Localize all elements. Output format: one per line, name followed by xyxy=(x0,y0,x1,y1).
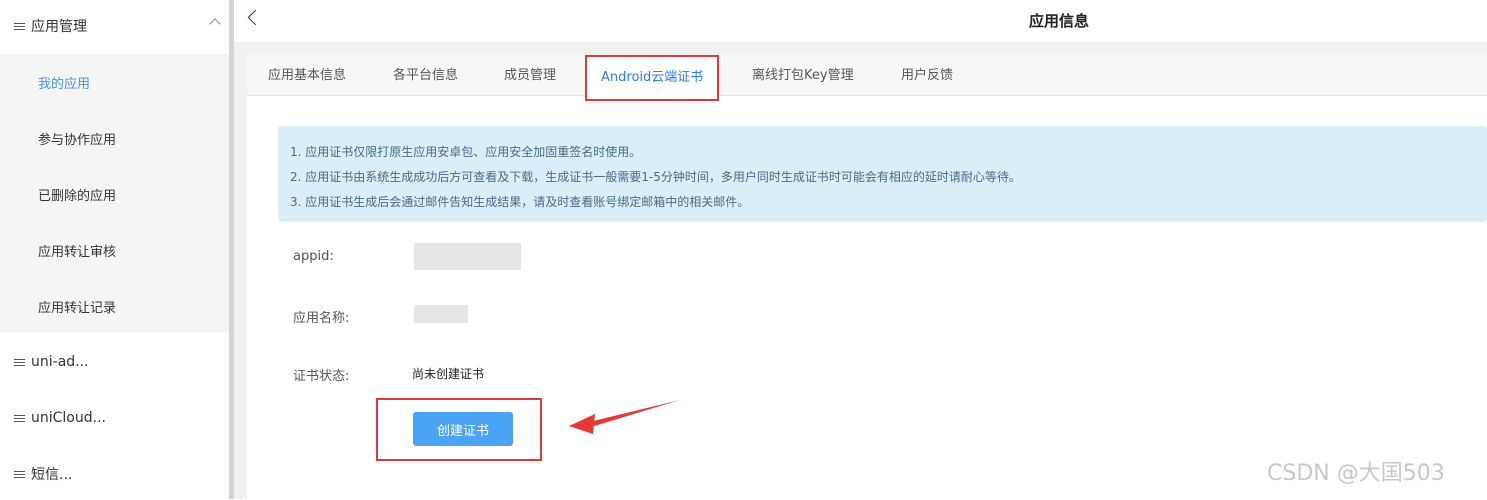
sidebar-group-app-management[interactable]: 应用管理 xyxy=(0,0,229,52)
sidebar-item-deleted-apps[interactable]: 已删除的应用 xyxy=(0,166,229,222)
app-name-value-redacted xyxy=(414,305,468,323)
submenu: 我的应用 参与协作应用 已删除的应用 应用转让审核 应用转让记录 xyxy=(0,54,229,333)
appid-value-redacted xyxy=(414,243,521,270)
sidebar-item-transfer-review[interactable]: 应用转让审核 xyxy=(0,222,229,278)
topbar: 应用信息 xyxy=(234,0,1487,42)
tab-android-cert[interactable]: Android云端证书 xyxy=(585,55,720,101)
sidebar: 应用管理 我的应用 参与协作应用 已删除的应用 应用转让审核 应用转让记录 un… xyxy=(0,0,229,499)
list-icon xyxy=(14,414,25,422)
watermark: CSDN @大国503 xyxy=(1267,461,1445,486)
cert-status-value: 尚未创建证书 xyxy=(412,367,485,381)
app-name-label: 应用名称: xyxy=(293,311,350,326)
list-icon xyxy=(14,470,25,478)
page-title: 应用信息 xyxy=(1029,12,1090,30)
content-panel: 应用基本信息 各平台信息 成员管理 Android云端证书 离线打包Key管理 … xyxy=(247,55,1487,499)
appid-label: appid: xyxy=(293,249,334,264)
sidebar-group-label: uniCloud... xyxy=(31,410,106,426)
list-icon xyxy=(14,22,25,30)
sidebar-item-collab-apps[interactable]: 参与协作应用 xyxy=(0,110,229,166)
cert-status-label: 证书状态: xyxy=(293,369,350,384)
create-cert-button[interactable]: 创建证书 xyxy=(413,412,513,446)
notice-line: 1. 应用证书仅限打原生应用安卓包、应用安全加固重签名时使用。 xyxy=(290,145,642,159)
sidebar-item-transfer-records[interactable]: 应用转让记录 xyxy=(0,278,229,334)
tab-feedback[interactable]: 用户反馈 xyxy=(901,55,953,96)
sidebar-group-label: 应用管理 xyxy=(31,19,87,35)
notice-line: 2. 应用证书由系统生成成功后方可查看及下载，生成证书一般需要1-5分钟时间，多… xyxy=(290,170,1021,184)
notice-line: 3. 应用证书生成后会通过邮件告知生成结果，请及时查看账号绑定邮箱中的相关邮件。 xyxy=(290,195,750,209)
tab-platform-info[interactable]: 各平台信息 xyxy=(393,55,458,96)
sidebar-group-unicloud[interactable]: uniCloud... xyxy=(0,392,229,444)
sidebar-group-uni-ad[interactable]: uni-ad... xyxy=(0,336,229,388)
annotation-arrow xyxy=(569,400,680,434)
sidebar-group-sms[interactable]: 短信... xyxy=(0,448,229,500)
sidebar-group-label: 短信... xyxy=(31,467,73,483)
tab-offline-key[interactable]: 离线打包Key管理 xyxy=(752,55,854,96)
tab-bar: 应用基本信息 各平台信息 成员管理 Android云端证书 离线打包Key管理 … xyxy=(247,55,1487,101)
chevron-up-icon[interactable] xyxy=(209,18,221,30)
notice-box: 1. 应用证书仅限打原生应用安卓包、应用安全加固重签名时使用。 2. 应用证书由… xyxy=(278,126,1487,222)
tab-members[interactable]: 成员管理 xyxy=(504,55,556,96)
back-arrow-icon[interactable] xyxy=(247,9,264,26)
list-icon xyxy=(14,358,25,366)
sidebar-group-label: uni-ad... xyxy=(31,354,89,370)
sidebar-item-my-apps[interactable]: 我的应用 xyxy=(0,54,229,110)
tab-basic-info[interactable]: 应用基本信息 xyxy=(268,55,346,96)
main-content: 应用信息 应用基本信息 各平台信息 成员管理 Android云端证书 离线打包K… xyxy=(234,0,1487,499)
